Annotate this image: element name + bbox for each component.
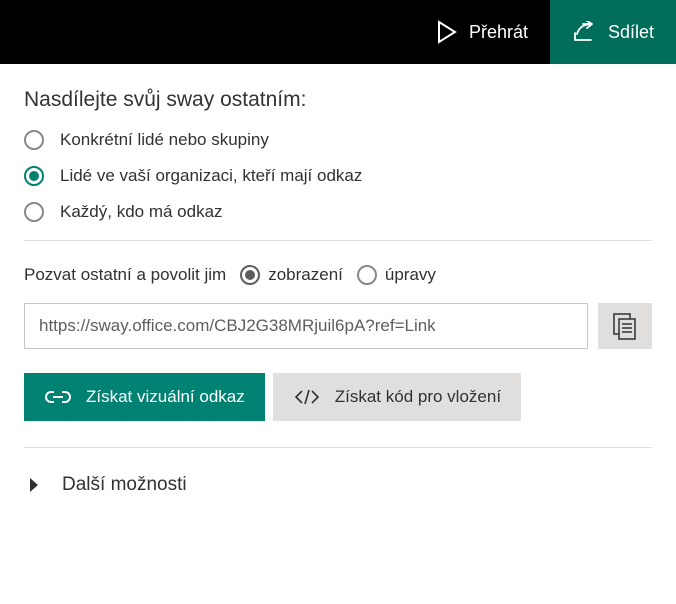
action-buttons: Získat vizuální odkaz Získat kód pro vlo…: [24, 373, 652, 421]
embed-code-label: Získat kód pro vložení: [335, 387, 501, 407]
link-icon: [44, 388, 72, 406]
radio-icon: [357, 265, 377, 285]
invite-label: Pozvat ostatní a povolit jim: [24, 265, 226, 285]
share-button[interactable]: Sdílet: [550, 0, 676, 64]
divider: [24, 240, 652, 241]
radio-org-link[interactable]: Lidé ve vaší organizaci, kteří mají odka…: [24, 166, 652, 186]
more-options-label: Další možnosti: [62, 474, 187, 496]
chevron-right-icon: [28, 477, 40, 493]
radio-icon-selected: [240, 265, 260, 285]
code-icon: [293, 388, 321, 406]
radio-label: Každý, kdo má odkaz: [60, 202, 223, 222]
share-panel: Nasdílejte svůj sway ostatním: Konkrétní…: [0, 64, 676, 502]
permission-edit-label: úpravy: [385, 265, 436, 285]
more-options-toggle[interactable]: Další možnosti: [24, 468, 652, 502]
radio-icon: [24, 202, 44, 222]
play-label: Přehrát: [469, 22, 528, 43]
radio-anyone-link[interactable]: Každý, kdo má odkaz: [24, 202, 652, 222]
share-url-row: [24, 303, 652, 349]
play-button[interactable]: Přehrát: [415, 0, 550, 64]
get-visual-link-button[interactable]: Získat vizuální odkaz: [24, 373, 265, 421]
header-bar: Přehrát Sdílet: [0, 0, 676, 64]
radio-icon: [24, 130, 44, 150]
radio-icon-selected: [24, 166, 44, 186]
play-icon: [437, 20, 457, 44]
radio-specific-people[interactable]: Konkrétní lidé nebo skupiny: [24, 130, 652, 150]
get-embed-code-button[interactable]: Získat kód pro vložení: [273, 373, 521, 421]
permission-edit[interactable]: úpravy: [357, 265, 436, 285]
divider: [24, 447, 652, 448]
share-title: Nasdílejte svůj sway ostatním:: [24, 88, 652, 112]
invite-permissions: Pozvat ostatní a povolit jim zobrazení ú…: [24, 265, 652, 285]
copy-link-button[interactable]: [598, 303, 652, 349]
visual-link-label: Získat vizuální odkaz: [86, 387, 245, 407]
share-url-input[interactable]: [24, 303, 588, 349]
share-label: Sdílet: [608, 22, 654, 43]
share-icon: [572, 21, 596, 43]
radio-label: Konkrétní lidé nebo skupiny: [60, 130, 269, 150]
radio-label: Lidé ve vaší organizaci, kteří mají odka…: [60, 166, 362, 186]
copy-icon: [612, 312, 638, 340]
permission-view-label: zobrazení: [268, 265, 343, 285]
permission-view[interactable]: zobrazení: [240, 265, 343, 285]
